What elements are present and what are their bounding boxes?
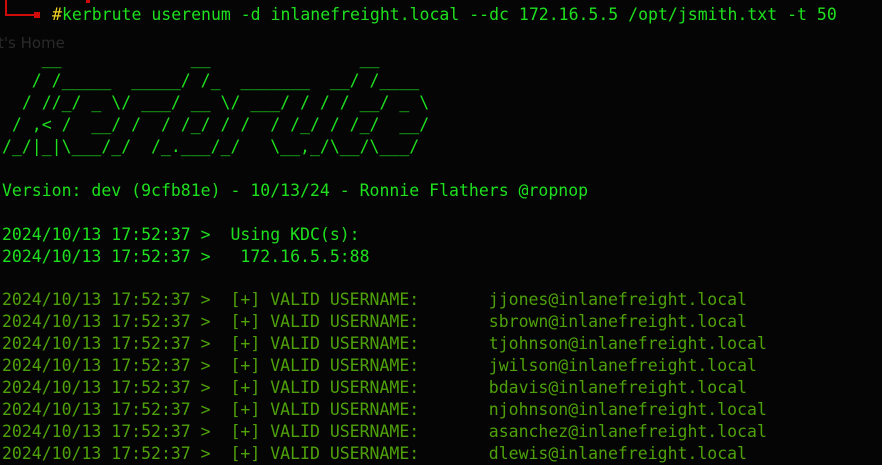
command-line: #kerbrute userenum -d inlanefreight.loca… [52,4,837,26]
log-prefix: 2024/10/13 17:52:37 > [+] VALID USERNAME… [2,356,489,375]
log-prefix: 2024/10/13 17:52:37 > [+] VALID USERNAME… [2,444,489,463]
prompt-symbol: # [52,5,62,24]
log-prefix: 2024/10/13 17:52:37 > [+] VALID USERNAME… [2,334,489,353]
username: jjones@inlanefreight.local [488,290,748,309]
valid-username-row: 2024/10/13 17:52:37 > [+] VALID USERNAME… [2,333,767,355]
kdc-line: 2024/10/13 17:52:37 > 172.16.5.5:88 [2,247,370,266]
valid-username-row: 2024/10/13 17:52:37 > [+] VALID USERNAME… [2,311,747,333]
username: jwilson@inlanefreight.local [488,356,757,375]
username: dlewis@inlanefreight.local [488,444,748,463]
username: asanchez@inlanefreight.local [488,422,767,441]
prompt-marker-icon [34,12,40,18]
username: sbrown@inlanefreight.local [488,312,748,331]
valid-username-row: 2024/10/13 17:52:37 > [+] VALID USERNAME… [2,443,747,465]
log-prefix: 2024/10/13 17:52:37 > [+] VALID USERNAME… [2,290,489,309]
username: bdavis@inlanefreight.local [488,378,748,397]
banner-line: / ,< / __/ / / /_/ / / / /_/ / /_/ __/ [2,115,430,134]
log-prefix: 2024/10/13 17:52:37 > [+] VALID USERNAME… [2,400,489,419]
username: tjohnson@inlanefreight.local [488,334,767,353]
kdc-line: 2024/10/13 17:52:37 > Using KDC(s): [2,225,360,244]
username: njohnson@inlanefreight.local [488,400,767,419]
command-text: kerbrute userenum -d inlanefreight.local… [61,5,837,24]
valid-username-row: 2024/10/13 17:52:37 > [+] VALID USERNAME… [2,421,767,443]
log-prefix: 2024/10/13 17:52:37 > [+] VALID USERNAME… [2,422,489,441]
valid-username-row: 2024/10/13 17:52:37 > [+] VALID USERNAME… [2,289,747,311]
terminal-window[interactable]: t's Home #kerbrute userenum -d inlanefre… [0,0,882,465]
log-prefix: 2024/10/13 17:52:37 > [+] VALID USERNAME… [2,378,489,397]
banner-line: / //_/ _ \/ ___/ __ \/ ___/ / / / __/ _ … [2,93,430,112]
valid-username-row: 2024/10/13 17:52:37 > [+] VALID USERNAME… [2,377,747,399]
version-line: Version: dev (9cfb81e) - 10/13/24 - Ronn… [2,181,589,200]
banner-line: /_/|_|\___/_/ /_.___/_/ \__,_/\__/\___/ [2,137,420,156]
valid-username-row: 2024/10/13 17:52:37 > [+] VALID USERNAME… [2,399,767,421]
banner-line: __ __ __ [2,49,380,68]
prompt-decoration [86,0,90,3]
banner-line: / /_____ _____/ /_ _______ __/ /____ [2,71,420,90]
log-prefix: 2024/10/13 17:52:37 > [+] VALID USERNAME… [2,312,489,331]
prompt-line-vertical [5,0,7,15]
valid-username-row: 2024/10/13 17:52:37 > [+] VALID USERNAME… [2,355,757,377]
